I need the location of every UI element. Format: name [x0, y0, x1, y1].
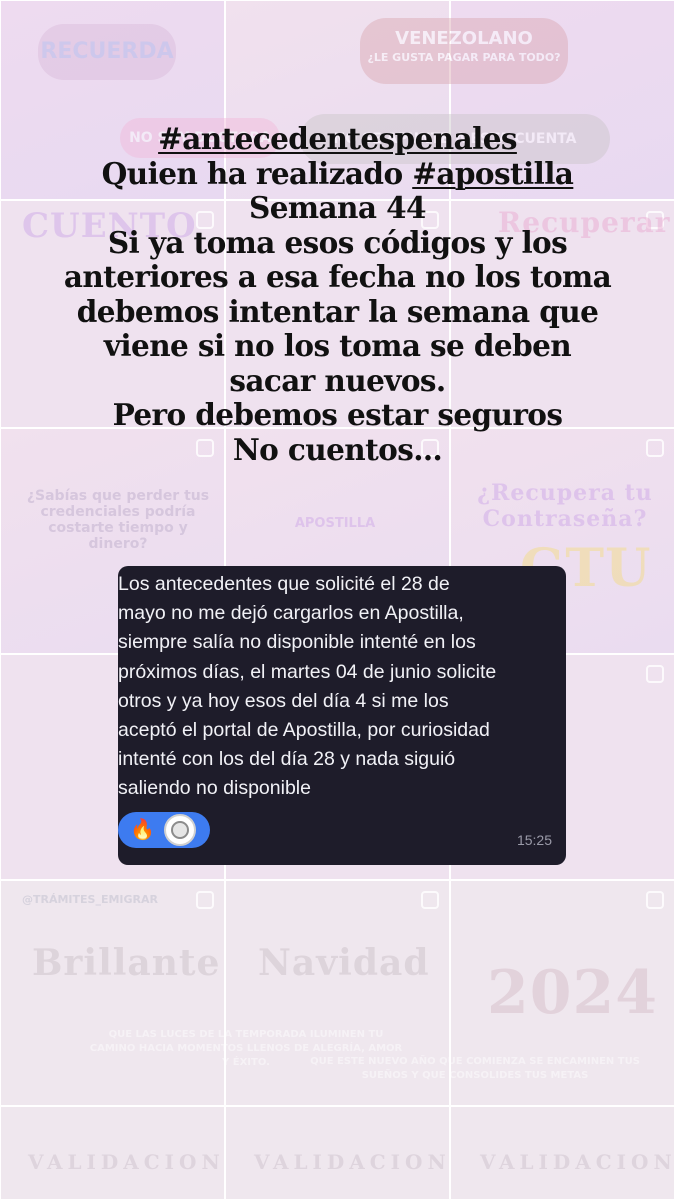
- headline-line-8: sacar nuevos.: [229, 362, 446, 398]
- message-line: saliendo no disponible: [118, 777, 311, 800]
- message-timestamp: 15:25: [516, 832, 552, 848]
- recupera-contrasena-text: ¿Recupera tu Contraseña?: [477, 480, 653, 532]
- message-line: aceptó el portal de Apostilla, por curio…: [118, 719, 490, 742]
- sabias-text: ¿Sabías que perder tus credenciales podr…: [26, 488, 210, 552]
- apostilla-text: APOSTILLA: [294, 516, 376, 531]
- headline-line-9: Pero debemos estar seguros: [112, 397, 563, 432]
- recuerda-pill: RECUERDA: [38, 24, 176, 80]
- headline-line-5: anteriores a esa fecha no los toma: [63, 259, 612, 294]
- nuevo-anio-text: QUE ESTE NUEVO AÑO QUE COMIENZA SE ENCAM…: [310, 1056, 640, 1081]
- message-line: Los antecedentes que solicité el 28 de: [118, 573, 450, 595]
- chat-message-bubble: Los antecedentes que solicité el 28 de m…: [118, 566, 566, 865]
- select-checkbox-icon: [646, 891, 664, 909]
- headline-line-4: Si ya toma esos códigos y los: [107, 224, 568, 260]
- bg-tile: [0, 880, 225, 1106]
- headline-line-6: debemos intentar la semana que: [76, 293, 599, 329]
- message-line: mayo no me dejó cargarlos en Apostilla,: [118, 602, 464, 625]
- brillante-text: Brillante: [32, 942, 221, 984]
- reactor-avatar: [164, 814, 196, 846]
- select-checkbox-icon: [646, 665, 664, 683]
- headline-line-10: No cuentos…: [232, 431, 443, 467]
- message-line: siempre salía no disponible intenté en l…: [118, 631, 476, 654]
- avatar-image-icon: [171, 821, 189, 839]
- year-2024-text: 2024: [487, 958, 658, 1028]
- message-line: otros y ya hoy esos del día 4 si me los: [118, 689, 449, 712]
- validacion-text: VALIDACION: [254, 1150, 451, 1174]
- validacion-text: VALIDACION: [28, 1150, 225, 1174]
- handle-text: @TRÁMITES_EMIGRAR: [22, 893, 159, 906]
- headline-line-7: viene si no los toma se deben: [103, 328, 572, 363]
- message-line: próximos días, el martes 04 de junio sol…: [118, 660, 497, 683]
- headline-line-2: Quien ha realizado #apostilla: [0, 155, 675, 192]
- headline-line-3: Semana 44: [249, 190, 426, 225]
- select-checkbox-icon: [421, 891, 439, 909]
- fire-reaction-icon: 🔥: [130, 819, 155, 841]
- story-headline: #antecedentespenales Quien ha realizado …: [0, 121, 675, 467]
- message-line: intenté con los del día 28 y nada siguió: [118, 748, 456, 771]
- hashtag-apostilla[interactable]: #apostilla: [412, 156, 574, 191]
- headline-line-2-prefix: Quien ha realizado: [101, 155, 413, 191]
- validacion-text: VALIDACION: [480, 1150, 675, 1174]
- venezolano-label: VENEZOLANO: [395, 28, 533, 49]
- navidad-text: Navidad: [258, 942, 430, 984]
- venezolano-sublabel: ¿LE GUSTA PAGAR PARA TODO?: [367, 51, 561, 64]
- chat-message-text: Los antecedentes que solicité el 28 de m…: [118, 570, 566, 804]
- hashtag-antecedentes[interactable]: #antecedentespenales: [158, 121, 517, 156]
- venezolano-pill: VENEZOLANO ¿LE GUSTA PAGAR PARA TODO?: [360, 18, 568, 84]
